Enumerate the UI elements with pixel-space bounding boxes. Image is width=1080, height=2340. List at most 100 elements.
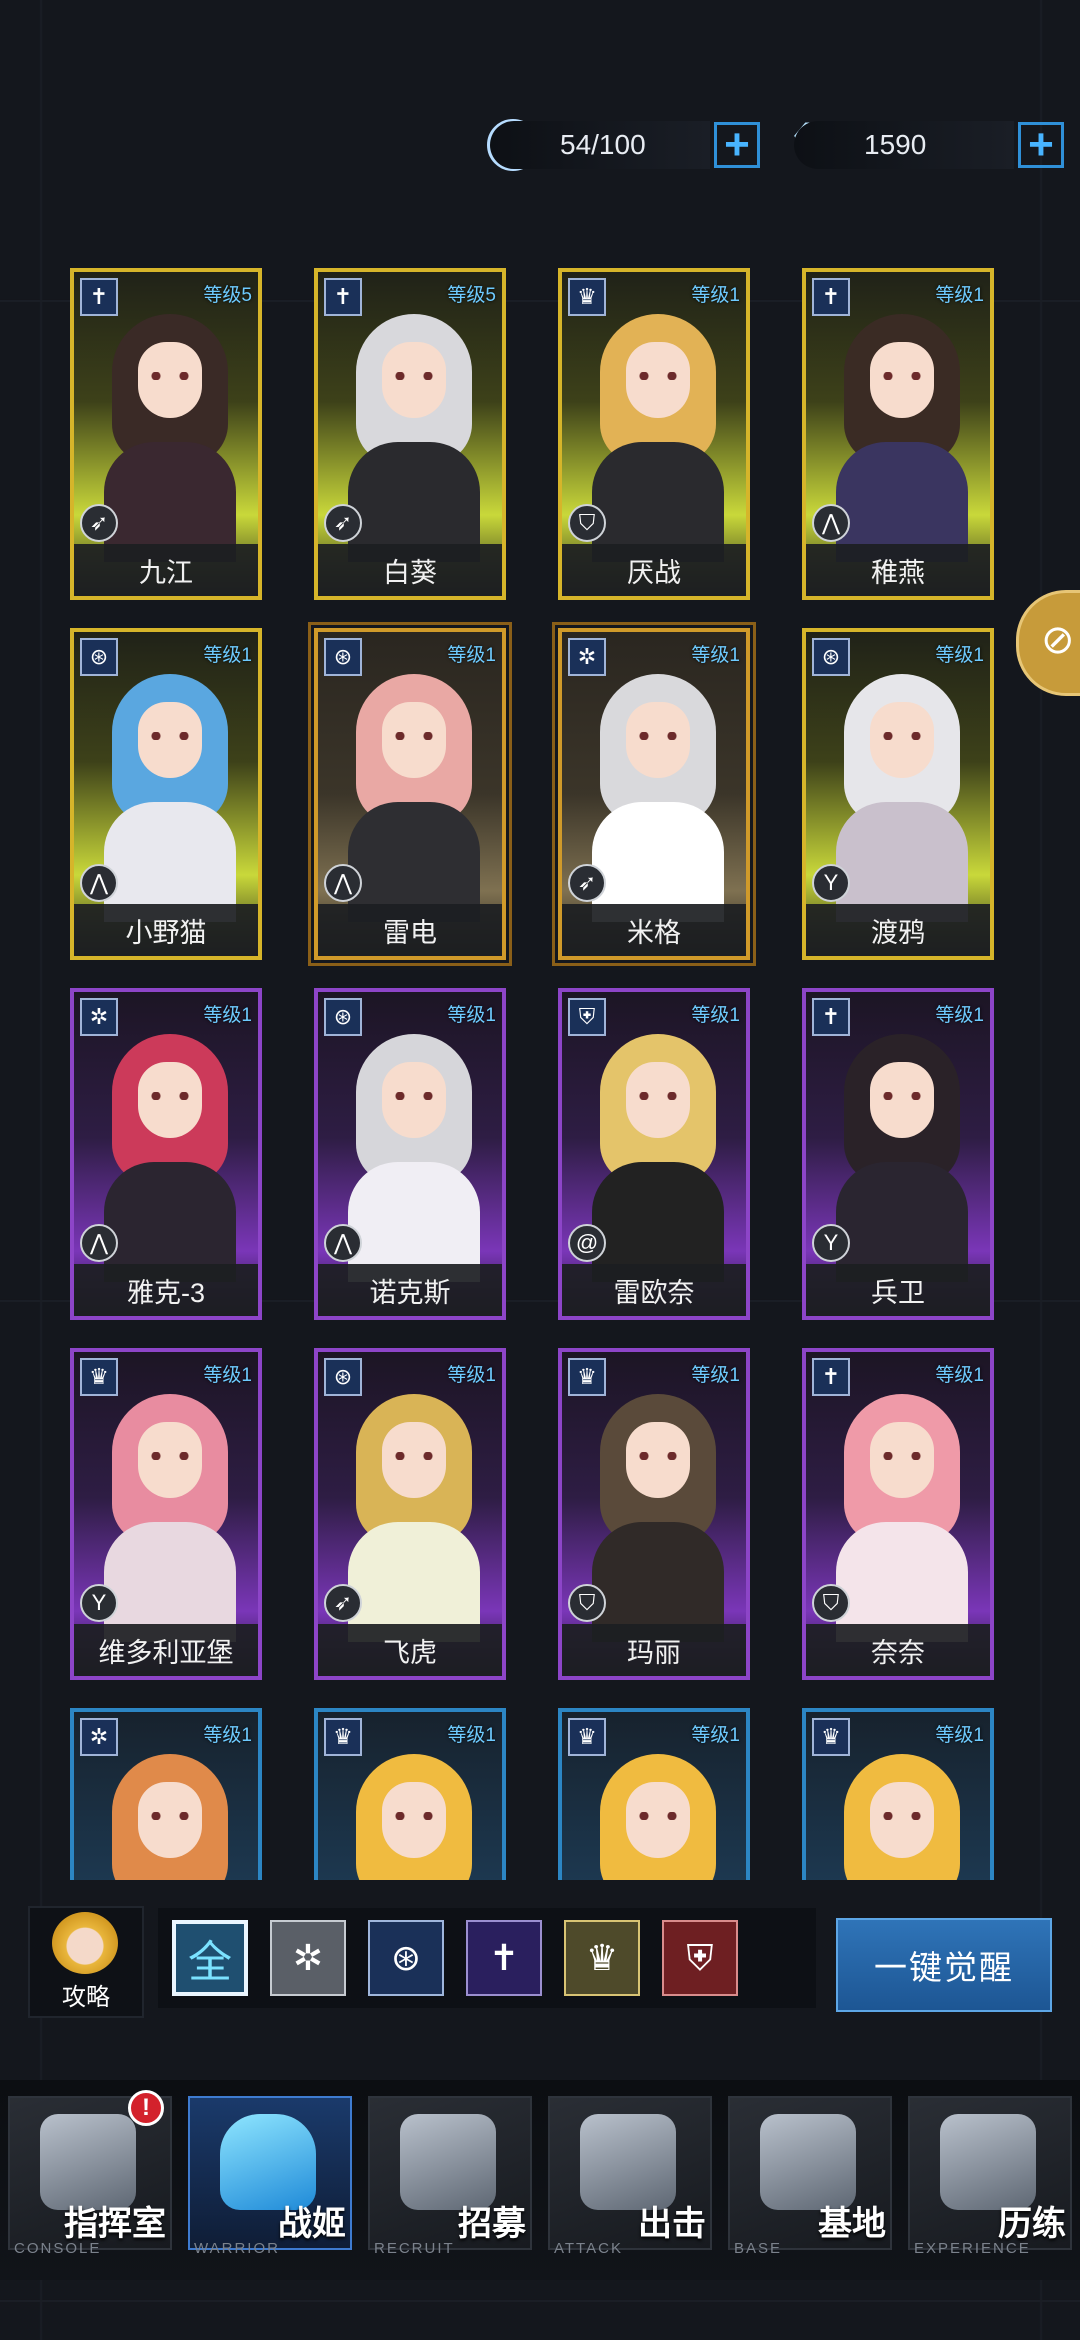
faction-sword-icon: ✝ <box>80 278 118 316</box>
card-name: 九江 <box>74 544 258 596</box>
one-click-awaken-button[interactable]: 一键觉醒 <box>836 1918 1052 2012</box>
nav-label: 历练 <box>998 2205 1066 2243</box>
portrait-eyes <box>880 1452 924 1460</box>
card-level: 等级1 <box>691 1005 740 1026</box>
faction-sword-icon: ✝ <box>812 1358 850 1396</box>
card-name: 兵卫 <box>806 1264 990 1316</box>
nav-sublabel: ATTACK <box>554 2240 623 2257</box>
warrior-card[interactable]: ⊛ 等级1 Y 渡鸦 <box>802 628 994 960</box>
portrait-eyes <box>636 732 680 740</box>
card-level: 等级1 <box>691 285 740 306</box>
guide-button[interactable]: 攻略 <box>28 1906 144 2018</box>
warrior-card[interactable]: ✝ 等级5 ➶ 白葵 <box>314 268 506 600</box>
faction-lion-icon: ♛ <box>812 1718 850 1756</box>
nav-tab-recruit[interactable]: 招募 RECRUIT <box>360 2088 532 2268</box>
card-name: 奈奈 <box>806 1624 990 1676</box>
card-level: 等级1 <box>447 1365 496 1386</box>
faction-shield-crest-icon: ⛨ <box>568 998 606 1036</box>
class-wings-icon: ⋀ <box>80 864 118 902</box>
warrior-card[interactable]: ⛨ 等级1 @ 雷欧奈 <box>558 988 750 1320</box>
class-shield-icon: ⛉ <box>812 1584 850 1622</box>
filter-all-button[interactable]: 全 <box>172 1920 248 1996</box>
portrait-eyes <box>636 1452 680 1460</box>
faction-sword-icon: ✝ <box>812 278 850 316</box>
faction-lion-icon: ♛ <box>324 1718 362 1756</box>
class-swirl-icon: @ <box>568 1224 606 1262</box>
filter-snowflake-icon[interactable]: ✲ <box>270 1920 346 1996</box>
warrior-card[interactable]: ⊛ 等级1 ⋀ 诺克斯 <box>314 988 506 1320</box>
filter-wing-emblem-icon[interactable]: ⊛ <box>368 1920 444 1996</box>
warrior-card[interactable]: ✝ 等级1 ⋀ 稚燕 <box>802 268 994 600</box>
faction-snowflake-icon: ✲ <box>80 998 118 1036</box>
portrait-face <box>138 1422 202 1498</box>
nav-tab-console[interactable]: 指挥室 CONSOLE! <box>0 2088 172 2268</box>
card-level: 等级1 <box>203 645 252 666</box>
filter-sword-icon[interactable]: ✝ <box>466 1920 542 1996</box>
card-level: 等级1 <box>935 645 984 666</box>
nav-sublabel: CONSOLE <box>14 2240 102 2257</box>
warrior-card[interactable]: ♛ 等级1 ⛉ 玛丽 <box>558 1348 750 1680</box>
warrior-card[interactable]: ♛ 等级1 Y 维多利亚堡 <box>70 1348 262 1680</box>
card-name: 厌战 <box>562 544 746 596</box>
warrior-card[interactable]: ✲ 等级1 ➶ 米格 <box>552 622 756 966</box>
card-name: 渡鸦 <box>806 904 990 956</box>
nav-tab-experience[interactable]: 历练 EXPERIENCE <box>900 2088 1072 2268</box>
warrior-card[interactable]: ✝ 等级5 ➶ 九江 <box>70 268 262 600</box>
warrior-card[interactable]: ♛ 等级1 ⛉ 厌战 <box>558 268 750 600</box>
warrior-card[interactable]: ✲ 等级1 ⋀ 雅克-3 <box>70 988 262 1320</box>
card-level: 等级5 <box>447 285 496 306</box>
portrait-face <box>626 1782 690 1858</box>
add-energy-button[interactable]: + <box>714 122 760 168</box>
card-level: 等级1 <box>447 1725 496 1746</box>
card-level: 等级5 <box>203 285 252 306</box>
card-name: 雷电 <box>318 904 502 956</box>
filter-lion-icon[interactable]: ♛ <box>564 1920 640 1996</box>
nav-sublabel: BASE <box>734 2240 783 2257</box>
nav-label: 基地 <box>818 2205 886 2243</box>
class-fork-icon: Y <box>80 1584 118 1622</box>
energy-value: 54/100 <box>560 129 646 160</box>
portrait-face <box>382 342 446 418</box>
nav-tab-warrior[interactable]: 战姬 WARRIOR <box>180 2088 352 2268</box>
add-gems-button[interactable]: + <box>1018 122 1064 168</box>
side-drawer-tab[interactable]: ⊘ <box>1016 590 1080 696</box>
nav-tab-base[interactable]: 基地 BASE <box>720 2088 892 2268</box>
faction-snowflake-icon: ✲ <box>568 638 606 676</box>
portrait-eyes <box>392 372 436 380</box>
warrior-card-grid[interactable]: ✝ 等级5 ➶ 九江 ✝ 等级5 ➶ 白葵 ♛ 等级1 ⛉ 厌战 ✝ 等级1 ⋀ 稚燕 ⊛ 等级1 ⋀ 小野猫 ⊛ 等级1… <box>70 268 1010 1880</box>
card-level: 等级1 <box>447 1005 496 1026</box>
nav-tab-attack[interactable]: 出击 ATTACK <box>540 2088 712 2268</box>
alert-badge-icon: ! <box>128 2090 164 2126</box>
card-name: 雅克-3 <box>74 1264 258 1316</box>
card-level: 等级1 <box>691 1365 740 1386</box>
card-level: 等级1 <box>935 1365 984 1386</box>
class-shield-icon: ⛉ <box>568 1584 606 1622</box>
portrait-eyes <box>880 1092 924 1100</box>
filter-shield-crest-icon[interactable]: ⛨ <box>662 1920 738 1996</box>
warrior-card[interactable]: ♛ 等级1 <box>558 1708 750 1880</box>
portrait-eyes <box>392 1452 436 1460</box>
portrait-face <box>626 342 690 418</box>
warrior-card[interactable]: ⊛ 等级1 ⋀ 小野猫 <box>70 628 262 960</box>
card-name: 维多利亚堡 <box>74 1624 258 1676</box>
card-name: 米格 <box>562 904 746 956</box>
guide-avatar-icon <box>52 1912 118 1974</box>
faction-wing-emblem-icon: ⊛ <box>812 638 850 676</box>
warrior-card[interactable]: ⊛ 等级1 ⋀ 雷电 <box>308 622 512 966</box>
warrior-card[interactable]: ♛ 等级1 <box>314 1708 506 1880</box>
card-level: 等级1 <box>935 1005 984 1026</box>
card-level: 等级1 <box>447 645 496 666</box>
class-wings-icon: ⋀ <box>812 504 850 542</box>
portrait-face <box>870 1422 934 1498</box>
warrior-card[interactable]: ♛ 等级1 <box>802 1708 994 1880</box>
nav-label: 招募 <box>458 2205 526 2243</box>
nav-sublabel: EXPERIENCE <box>914 2240 1031 2257</box>
nav-sublabel: WARRIOR <box>194 2240 280 2257</box>
warrior-card[interactable]: ⊛ 等级1 ➶ 飞虎 <box>314 1348 506 1680</box>
card-level: 等级1 <box>691 1725 740 1746</box>
warrior-card[interactable]: ✝ 等级1 ⛉ 奈奈 <box>802 1348 994 1680</box>
warrior-card[interactable]: ✝ 等级1 Y 兵卫 <box>802 988 994 1320</box>
warrior-card[interactable]: ✲ 等级1 <box>70 1708 262 1880</box>
faction-snowflake-icon: ✲ <box>80 1718 118 1756</box>
card-level: 等级1 <box>203 1725 252 1746</box>
